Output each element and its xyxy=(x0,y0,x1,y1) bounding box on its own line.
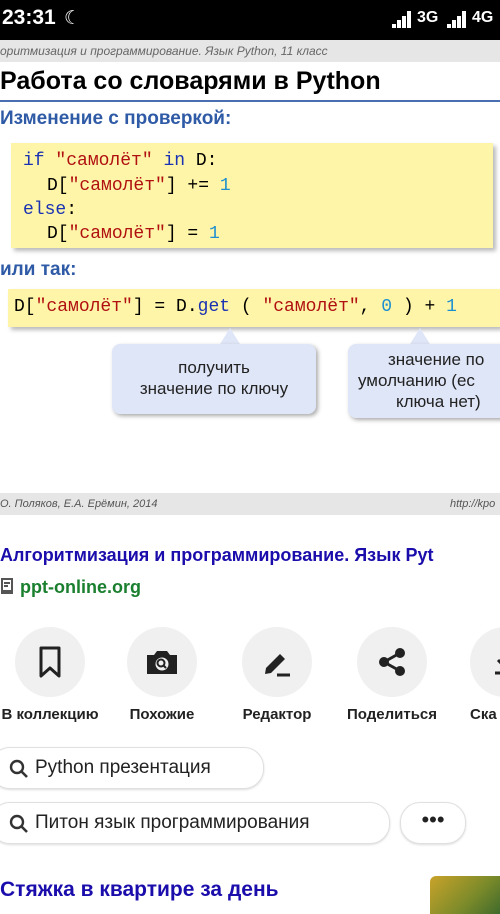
share-icon xyxy=(379,648,405,676)
network-type-1: 3G xyxy=(417,9,439,26)
action-label: Похожие xyxy=(129,706,195,723)
code-line: D["самолёт"] = 1 xyxy=(47,224,220,244)
add-to-collection-button[interactable]: В коллекцию xyxy=(0,627,108,723)
signal-icon xyxy=(447,10,469,28)
action-label: В коллекцию xyxy=(1,706,99,723)
code-line: D["самолёт"] = D.get ( "самолёт", 0 ) + … xyxy=(8,289,500,327)
bookmark-icon xyxy=(39,646,61,678)
action-label: Поделиться xyxy=(346,706,438,723)
related-search-chip[interactable]: Питон язык программирования xyxy=(0,802,390,844)
download-icon xyxy=(495,658,500,675)
slide-header: оритмизация и программирование. Язык Pyt… xyxy=(0,40,500,62)
slide-subheading: или так: xyxy=(0,259,77,280)
next-result-title-link[interactable]: Стяжка в квартире за день xyxy=(0,878,279,902)
slide-footer-authors: О. Поляков, Е.А. Ерёмин, 2014 xyxy=(0,498,158,510)
signal-icon xyxy=(392,10,414,28)
callout-pointer xyxy=(410,328,430,344)
result-title-link[interactable]: Алгоритмизация и программирование. Язык … xyxy=(0,545,434,566)
search-icon xyxy=(9,814,28,833)
code-line: D["самолёт"] += 1 xyxy=(47,176,231,196)
slide-subheading: Изменение с проверкой: xyxy=(0,108,232,129)
callout-default-value: значение по умолчанию (ес ключа нет) xyxy=(348,344,500,418)
similar-button[interactable]: Похожие xyxy=(114,627,210,723)
slide-footer: О. Поляков, Е.А. Ерёмин, 2014 http://kpo xyxy=(0,493,500,515)
site-name: ppt-online.org xyxy=(20,577,141,597)
slide-title: Работа со словарями в Python xyxy=(0,67,381,95)
title-divider xyxy=(0,100,500,102)
status-time: 23:31 xyxy=(2,6,56,29)
status-bar: 23:31 ☾ 3G 4G xyxy=(0,0,500,40)
chip-label: Python презентация xyxy=(35,757,211,778)
action-label: Редактор xyxy=(242,706,312,723)
callout-pointer xyxy=(220,328,240,344)
moon-icon: ☾ xyxy=(64,8,82,29)
site-favicon-icon xyxy=(1,578,13,594)
slide-image[interactable]: оритмизация и программирование. Язык Pyt… xyxy=(0,40,500,520)
more-options-button[interactable]: ••• xyxy=(400,802,466,844)
share-button[interactable]: Поделиться xyxy=(336,627,448,723)
next-result-thumbnail[interactable] xyxy=(430,876,500,914)
edit-icon xyxy=(265,654,290,677)
slide-footer-url: http://kpo xyxy=(450,498,496,510)
code-line: else: xyxy=(23,200,78,220)
camera-search-icon xyxy=(147,651,177,674)
callout-get-value: получить значение по ключу xyxy=(112,344,316,414)
download-button[interactable]: Ска xyxy=(470,627,500,723)
code-line: if "самолёт" in D: xyxy=(23,151,218,171)
action-label: Ска xyxy=(470,706,497,723)
search-icon xyxy=(9,759,28,778)
network-type-2: 4G xyxy=(472,9,494,26)
chip-label: Питон язык программирования xyxy=(35,812,310,833)
editor-button[interactable]: Редактор xyxy=(229,627,325,723)
slide-header-text: оритмизация и программирование. Язык Pyt… xyxy=(0,44,328,58)
related-search-chip[interactable]: Python презентация xyxy=(0,747,264,789)
code-block: if "самолёт" in D: D["самолёт"] += 1 els… xyxy=(11,143,493,248)
